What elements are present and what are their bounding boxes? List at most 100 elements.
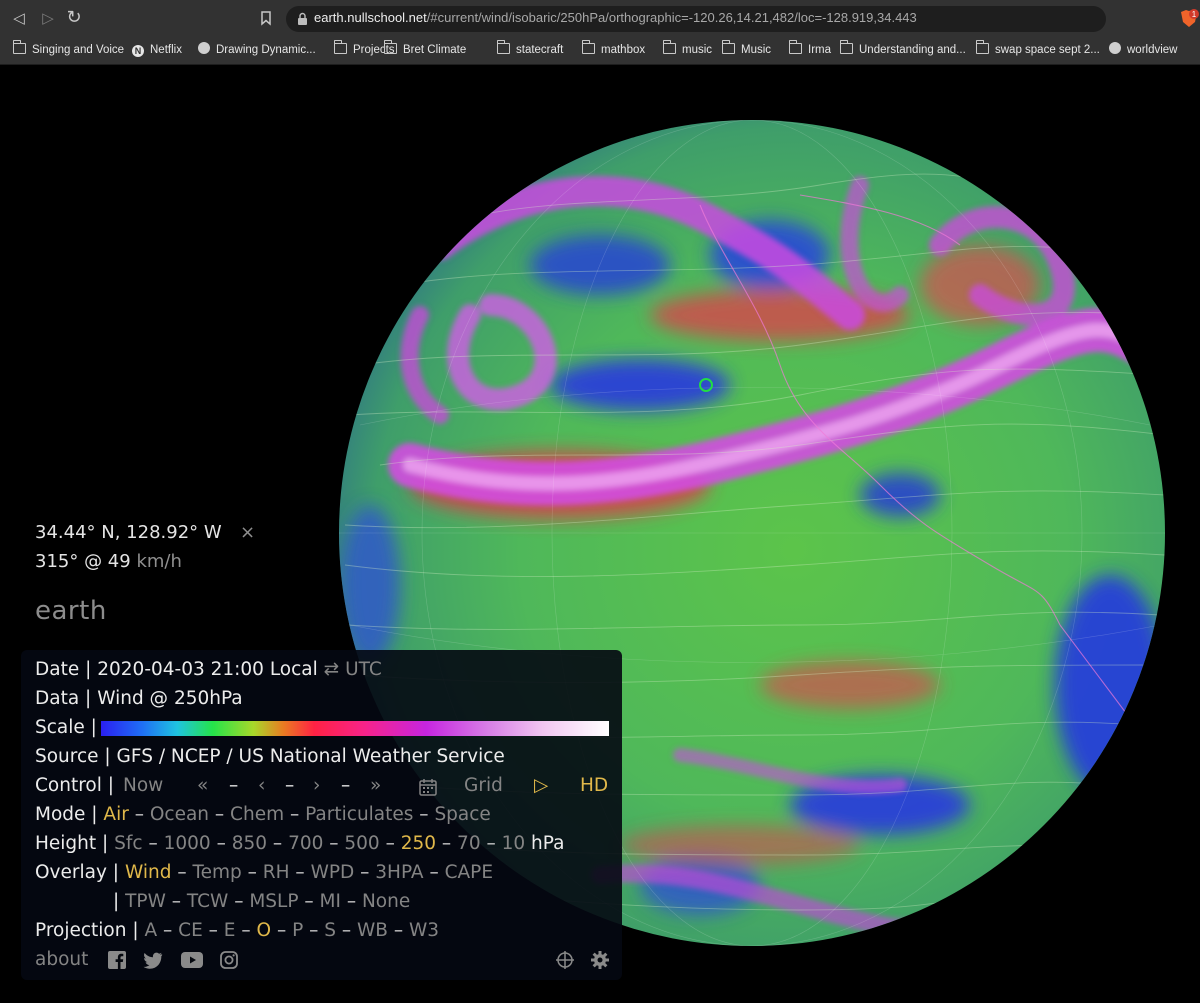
utc-toggle[interactable]: UTC (345, 659, 382, 680)
url-path: /#current/wind/isobaric/250hPa/orthograp… (426, 10, 917, 25)
overlay-option[interactable]: CAPE (445, 862, 493, 883)
bookmark-item[interactable]: music (663, 40, 713, 59)
brave-shield-icon[interactable]: 1 (1178, 8, 1200, 30)
skip-forward-far-button[interactable]: » (370, 775, 381, 797)
mode-option[interactable]: Ocean (150, 804, 209, 825)
bookmark-item[interactable]: N Netflix (132, 41, 182, 59)
projection-option[interactable]: E (224, 920, 236, 941)
twitter-icon[interactable] (143, 952, 163, 973)
globe-icon (198, 42, 210, 54)
control-now[interactable]: Now (123, 775, 163, 797)
url-text[interactable]: earth.nullschool.net/#current/wind/isoba… (314, 10, 917, 25)
option-separator: – (235, 920, 257, 941)
overlay-option[interactable]: Temp (192, 862, 241, 883)
option-separator: – (128, 804, 150, 825)
bookmark-item[interactable]: Drawing Dynamic... (198, 41, 316, 59)
overlay-option[interactable]: TCW (187, 891, 228, 912)
mode-label: Mode | (35, 804, 98, 825)
step-back-button[interactable]: ‹ (258, 775, 265, 797)
bookmark-item[interactable]: Music (722, 40, 771, 59)
folder-icon (384, 40, 397, 54)
control-separator: – (229, 775, 239, 796)
back-icon[interactable]: ◁ (7, 6, 31, 30)
source-label: Source | (35, 746, 111, 767)
earth-title[interactable]: earth (35, 596, 107, 626)
option-separator: – (165, 891, 187, 912)
bookmark-item[interactable]: swap space sept 2... (976, 40, 1100, 59)
step-forward-button[interactable]: › (313, 775, 320, 797)
projection-option[interactable]: S (324, 920, 336, 941)
overlay-pipe: | (113, 891, 120, 912)
height-option[interactable]: 250 (401, 833, 436, 854)
folder-icon (789, 40, 802, 54)
projection-option[interactable]: W3 (409, 920, 439, 941)
height-option[interactable]: 850 (232, 833, 267, 854)
option-separator: – (298, 891, 320, 912)
facebook-icon[interactable] (108, 951, 126, 973)
play-button[interactable]: ▷ (534, 775, 548, 797)
mode-option[interactable]: Space (434, 804, 490, 825)
option-separator: – (210, 833, 232, 854)
gear-icon[interactable] (591, 951, 609, 973)
folder-icon (663, 40, 676, 54)
bookmark-label: music (682, 44, 713, 56)
bookmark-item[interactable]: Understanding and... (840, 40, 966, 59)
folder-icon (722, 40, 735, 54)
bookmark-item[interactable]: statecraft (497, 40, 563, 59)
overlay-option[interactable]: MSLP (249, 891, 298, 912)
hd-toggle[interactable]: HD (580, 775, 608, 797)
skip-back-far-button[interactable]: « (197, 775, 208, 797)
close-location-button[interactable]: × (240, 518, 255, 547)
projection-option[interactable]: CE (178, 920, 203, 941)
youtube-icon[interactable] (181, 952, 203, 972)
forward-icon[interactable]: ▷ (36, 6, 60, 30)
option-separator: – (289, 862, 311, 883)
instagram-icon[interactable] (220, 951, 238, 973)
bookmark-item[interactable]: mathbox (582, 40, 645, 59)
projection-option[interactable]: O (257, 920, 272, 941)
lock-icon[interactable] (297, 11, 308, 30)
date-row: Date | 2020-04-03 21:00 Local ⇄ UTC (35, 659, 382, 681)
date-value[interactable]: 2020-04-03 21:00 Local (97, 659, 318, 680)
data-label: Data | (35, 688, 92, 709)
location-latlon: 34.44° N, 128.92° W (35, 522, 222, 543)
bookmark-item[interactable]: worldview (1109, 41, 1178, 59)
mode-option[interactable]: Chem (230, 804, 284, 825)
bookmark-label: Netflix (150, 44, 182, 56)
wind-unit[interactable]: km/h (136, 551, 181, 572)
projection-option[interactable]: P (292, 920, 303, 941)
mode-option[interactable]: Particulates (305, 804, 413, 825)
overlay-option[interactable]: TPW (125, 891, 166, 912)
grid-toggle[interactable]: Grid (464, 775, 503, 797)
height-option[interactable]: 1000 (164, 833, 211, 854)
folder-icon (840, 40, 853, 54)
height-option[interactable]: 70 (457, 833, 481, 854)
color-scale-bar[interactable] (101, 721, 609, 736)
option-separator: – (336, 920, 358, 941)
mode-option[interactable]: Air (103, 804, 128, 825)
bookmark-item[interactable]: Bret Climate (384, 40, 466, 59)
height-option[interactable]: 10 (502, 833, 526, 854)
calendar-icon[interactable] (418, 777, 438, 801)
overlay-option[interactable]: None (362, 891, 410, 912)
height-option[interactable]: Sfc (114, 833, 142, 854)
bookmark-item[interactable]: Singing and Voice (13, 40, 124, 59)
height-option[interactable]: 700 (288, 833, 323, 854)
reload-icon[interactable]: ↻ (62, 6, 86, 30)
bookmark-item[interactable]: Irma (789, 40, 831, 59)
swap-timezone-icon[interactable]: ⇄ (324, 659, 340, 680)
overlay-option[interactable]: RH (263, 862, 290, 883)
about-link[interactable]: about (35, 949, 88, 971)
projection-option[interactable]: A (144, 920, 157, 941)
bookmark-this-page-icon[interactable] (255, 6, 277, 30)
control-separator: – (341, 775, 351, 796)
height-option[interactable]: 500 (344, 833, 379, 854)
overlay-option[interactable]: MI (320, 891, 341, 912)
overlay-option[interactable]: 3HPA (375, 862, 423, 883)
projection-option[interactable]: WB (357, 920, 388, 941)
overlay-option[interactable]: WPD (311, 862, 355, 883)
overlay-option[interactable]: Wind (125, 862, 172, 883)
crosshair-icon[interactable] (556, 951, 574, 973)
option-separator: – (354, 862, 376, 883)
folder-icon (582, 40, 595, 54)
